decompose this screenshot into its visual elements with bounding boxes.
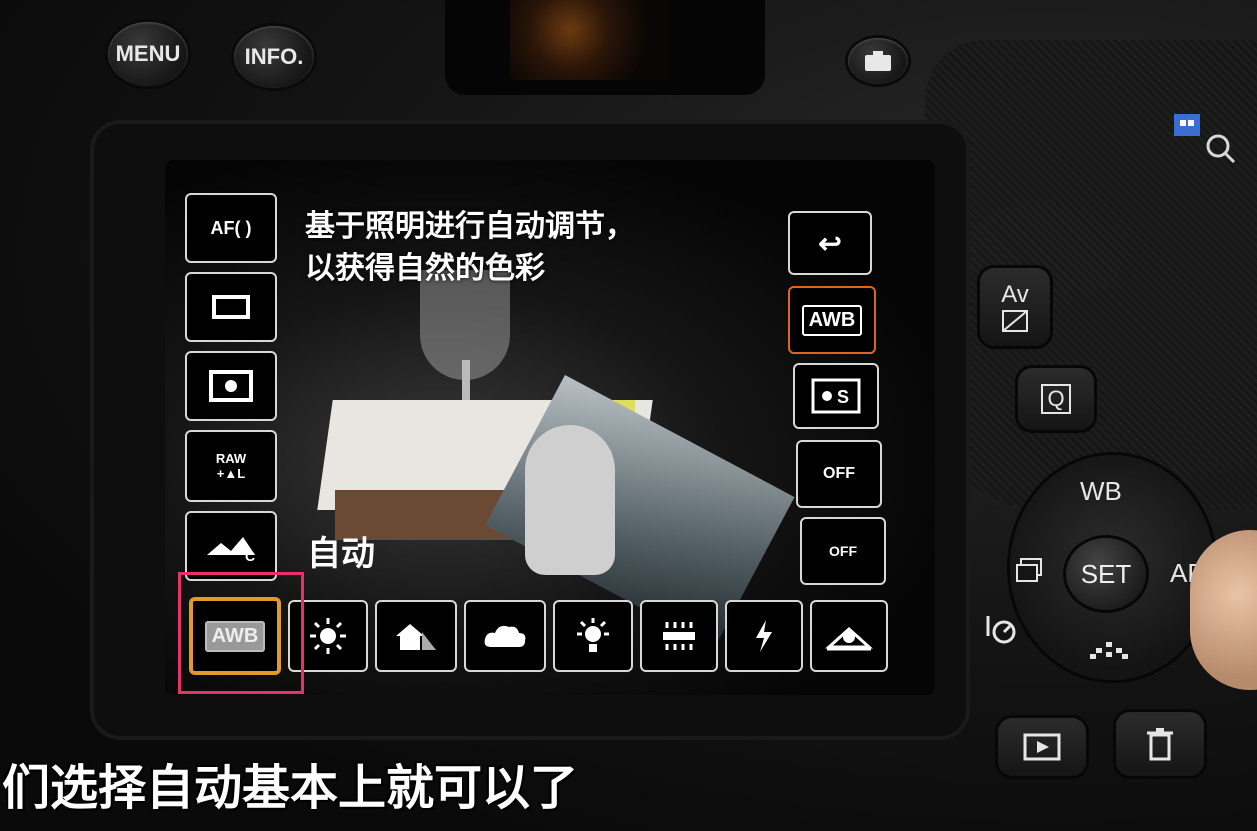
wb-setting-button[interactable]: AWB: [788, 286, 876, 354]
image-quality-icon: RAW +▲L: [215, 451, 247, 481]
svg-text:S: S: [837, 387, 849, 407]
cloudy-icon: [484, 625, 526, 647]
auto-lighting-optimizer-icon: OFF: [823, 465, 855, 482]
wb-shift-button[interactable]: S: [793, 363, 879, 429]
hamster-figure: [525, 425, 615, 575]
annotation-highlight-box: [178, 572, 304, 694]
menu-button[interactable]: MENU: [108, 22, 188, 86]
q-label: Q: [1041, 384, 1071, 414]
magnify-icon: [1172, 112, 1244, 169]
av-label: Av: [1001, 281, 1029, 308]
wb-description: 基于照明进行自动调节， 以获得自然的色彩: [305, 206, 725, 290]
set-button[interactable]: SET: [1066, 538, 1146, 610]
drive-icon[interactable]: [1013, 555, 1045, 592]
af-point-icon[interactable]: [1088, 640, 1132, 669]
wb-option-shade[interactable]: [375, 600, 457, 672]
wb-option-flash[interactable]: [725, 600, 803, 672]
live-view-button[interactable]: [848, 38, 908, 84]
wb-option-cloudy[interactable]: [464, 600, 546, 672]
wb-shift-icon: S: [811, 378, 861, 414]
self-timer-icon: [984, 612, 1020, 653]
wb-mode-label: 自动: [307, 534, 375, 574]
camera-grip: [925, 40, 1257, 510]
shade-icon: [396, 624, 436, 650]
wb-option-tungsten[interactable]: [553, 600, 633, 672]
wb-option-fluorescent[interactable]: [640, 600, 718, 672]
video-subtitle: 们选择自动基本上就可以了: [2, 760, 579, 816]
info-button[interactable]: INFO.: [234, 26, 314, 88]
drive-mode-button[interactable]: [185, 272, 277, 342]
peripheral-illumination-icon: OFF: [829, 543, 857, 559]
af-area-icon: AF( ): [210, 217, 252, 238]
metering-button[interactable]: [185, 351, 277, 421]
quick-control-button[interactable]: Q: [1018, 368, 1094, 430]
image-quality-button[interactable]: RAW +▲L: [185, 430, 277, 502]
tungsten-icon: [577, 618, 609, 652]
wb-button[interactable]: WB: [1080, 476, 1122, 507]
awb-icon: AWB: [801, 304, 863, 336]
svg-text:C: C: [245, 548, 255, 563]
af-area-button[interactable]: AF( ): [185, 193, 277, 263]
return-button[interactable]: ↩: [788, 211, 872, 275]
fluorescent-icon: [663, 622, 695, 650]
viewfinder-eyepiece: [510, 0, 670, 80]
exposure-comp-icon: [1002, 310, 1028, 332]
return-icon: ↩: [818, 227, 842, 259]
flash-icon: [756, 620, 772, 652]
wb-option-custom[interactable]: [810, 600, 888, 672]
drive-mode-icon: [212, 295, 250, 319]
wb-description-line2: 以获得自然的色彩: [305, 251, 545, 286]
av-exposure-button[interactable]: Av: [980, 268, 1050, 346]
picture-style-icon: C: [207, 537, 255, 563]
wb-description-line1: 基于照明进行自动调节，: [305, 209, 635, 244]
picture-style-button[interactable]: C: [185, 511, 277, 581]
metering-icon: [209, 370, 253, 402]
daylight-icon: [310, 618, 346, 654]
custom-wb-icon: [825, 626, 873, 651]
peripheral-illumination-button[interactable]: OFF: [800, 517, 886, 585]
auto-lighting-optimizer-button[interactable]: OFF: [796, 440, 882, 508]
camera-icon: [865, 51, 891, 71]
